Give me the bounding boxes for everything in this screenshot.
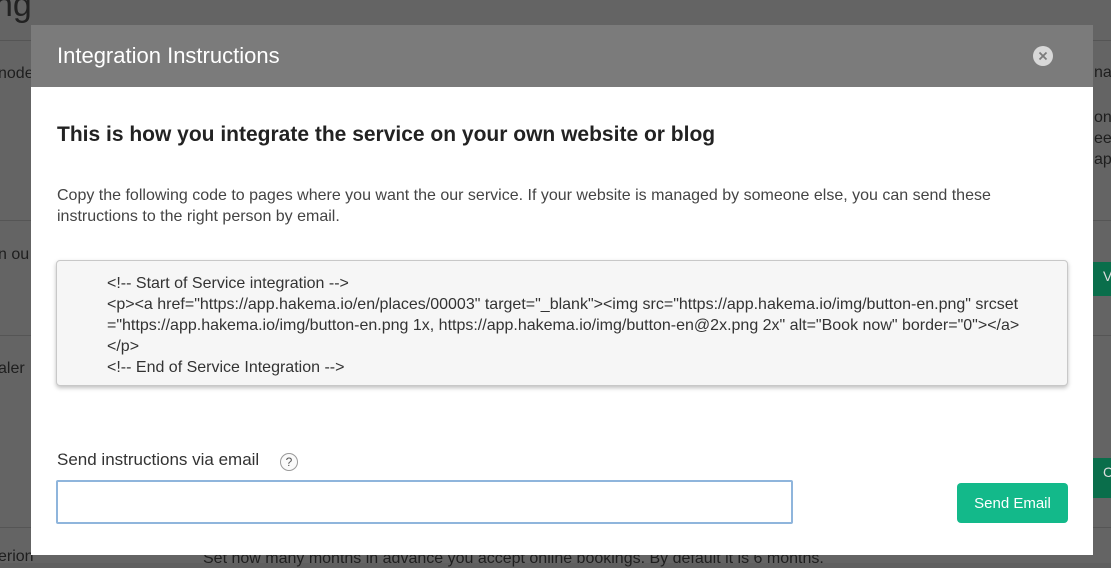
modal-header: Integration Instructions — [31, 25, 1093, 87]
email-label: Send instructions via email — [57, 450, 260, 469]
section-heading: This is how you integrate the service on… — [57, 123, 716, 146]
background-text: nab — [1094, 64, 1111, 81]
help-icon[interactable]: ? — [280, 453, 298, 471]
background-view-button: Vie — [1093, 262, 1111, 296]
integration-modal: Integration Instructions This is how you… — [31, 25, 1093, 555]
code-line: <!-- Start of Service integration --> — [107, 275, 349, 292]
code-line: <!-- End of Service Integration --> — [107, 359, 345, 376]
background-text: on — [1094, 109, 1111, 126]
close-icon — [1038, 51, 1048, 61]
code-line: <p><a href="https://app.hakema.io/en/pla… — [107, 296, 1020, 355]
integration-code-box[interactable]: <!-- Start of Service integration --> <p… — [56, 260, 1068, 386]
background-text: aler — [0, 360, 25, 377]
modal-title: Integration Instructions — [57, 43, 280, 68]
background-text: app — [1094, 151, 1111, 168]
close-button[interactable] — [1033, 46, 1053, 66]
background-text: n ou — [0, 246, 30, 263]
send-email-button[interactable]: Send Email — [957, 483, 1068, 523]
email-input[interactable] — [56, 480, 793, 524]
background-action-button: Co — [1093, 458, 1111, 498]
background-text: erion — [0, 548, 34, 565]
background-text: node — [0, 65, 34, 82]
background-text: ee — [1094, 130, 1111, 147]
background-page-title: ng — [0, 0, 32, 24]
instructions-description: Copy the following code to pages where y… — [57, 187, 991, 225]
